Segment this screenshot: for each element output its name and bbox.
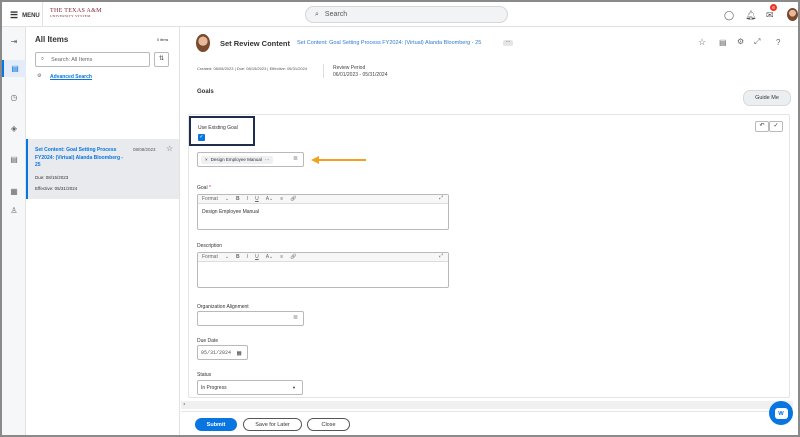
list-icon[interactable]: ≣ [293,155,298,162]
clock-icon[interactable]: ◷ [2,93,26,102]
list-item-date: 08/08/2023 [133,147,156,152]
org-alignment-select[interactable]: ≣ [197,311,304,326]
tasks-icon[interactable]: ▤ [2,60,26,77]
section-title: Goals [197,89,214,95]
inbox-icon[interactable]: ✉ [766,10,774,21]
list-item-due: Due: 08/15/2023 [35,175,69,180]
expand-icon[interactable]: ⤢ [754,37,760,47]
favorite-star-icon[interactable]: ☆ [698,37,706,48]
use-existing-goal-label: Use Existing Goal [198,125,238,131]
due-date-label: Due Date [197,338,219,344]
divider [42,2,43,27]
list-item-effective: Effective: 05/31/2024 [35,186,78,191]
page-subtitle-link[interactable]: Set Content: Goal Setting Process FY2024… [297,40,481,46]
page-title: Set Review Content [220,39,291,48]
existing-goal-select[interactable]: × Design Employee Manual ··· ≣ [197,152,304,167]
more-actions-button[interactable]: ··· [503,40,513,46]
bell-icon[interactable]: 🔔︎ [745,10,756,21]
star-icon[interactable]: ☆ [166,144,173,153]
arrow-annotation-icon [311,156,366,164]
undo-button[interactable]: ↶ [755,121,769,132]
notification-badge: 6 [770,4,777,11]
advanced-search-link[interactable]: Advanced Search [50,74,92,80]
user-avatar[interactable] [787,8,798,21]
search-icon: ⌕ [41,56,45,62]
status-select[interactable]: In Progress ▼ [197,380,303,395]
save-check-button[interactable]: ✓ [769,121,783,132]
settings-gear-icon[interactable]: ⚙ [737,37,744,46]
goal-text: Design Employee Manual [202,209,259,215]
org-alignment-label: Organization Alignment [197,304,249,310]
assistant-chat-button[interactable]: w [769,401,793,425]
save-for-later-button[interactable]: Save for Later [243,418,302,431]
guide-me-button[interactable]: Guide Me [743,90,791,106]
menu-button[interactable]: ☰ MENU [10,10,40,21]
description-rich-text-editor[interactable]: Format ⌄ B I U A⌄ ≡ 🔗︎ [197,252,449,288]
use-existing-goal-highlight: Use Existing Goal ✓ [189,116,255,146]
list-item[interactable]: Set Content: Goal Setting Process FY2024… [26,139,179,199]
chat-icon[interactable]: ◯ [724,10,734,21]
divider [181,411,793,412]
filter-icon: ⚙ [37,73,42,79]
horizontal-scrollbar[interactable]: ◂ [181,401,793,409]
dropdown-arrow-icon: ▼ [292,385,296,390]
list-search-input[interactable]: ⌕ Search: All Items [35,52,150,67]
search-icon: ⌕ [315,10,319,18]
chat-bubble-icon: w [774,407,788,419]
logo: THE TEXAS A&M UNIVERSITY SYSTEM [50,8,102,18]
worker-avatar [196,34,210,52]
help-icon[interactable]: ? [776,38,780,47]
status-label: Status [197,372,212,378]
review-period: Review Period 06/01/2023 - 05/31/2024 [333,65,388,78]
goal-rich-text-editor[interactable]: Format ⌄ B I U A⌄ ≡ 🔗︎ Design Employee Manual [197,194,449,230]
remove-x-icon[interactable]: × [205,156,208,164]
use-existing-goal-checkbox[interactable]: ✓ [198,134,205,141]
expand-editor-icon[interactable]: ⤢ [439,253,443,259]
layers-icon[interactable]: ◈ [2,124,26,133]
side-rail: ⇥ ▤ ◷ ◈ ▤ ▦ ♙ [2,27,26,435]
person-icon[interactable]: ♙ [2,206,26,215]
list-title: All Items [35,35,69,44]
collapse-icon[interactable]: ⇥ [2,37,26,46]
top-header: ☰ MENU THE TEXAS A&M UNIVERSITY SYSTEM ⌕ Se… [2,2,798,27]
global-search-input[interactable]: ⌕ Search [305,6,508,23]
selected-goal-pill[interactable]: × Design Employee Manual ··· [201,156,274,164]
close-button[interactable]: Close [307,418,350,431]
pdf-icon[interactable]: ▤ [719,38,727,47]
expand-editor-icon[interactable]: ⤢ [439,195,443,201]
description-text [198,262,448,272]
goal-label: Goal * [197,185,211,191]
clipboard-icon[interactable]: ▤ [2,155,26,164]
list-item-title[interactable]: Set Content: Goal Setting Process FY2024… [35,147,130,170]
list-icon[interactable]: ≣ [293,314,298,321]
calendar-icon[interactable]: ▦ [237,349,241,358]
sort-button[interactable]: ⇅ [154,52,169,67]
rte-toolbar: Format ⌄ B I U A⌄ ≡ 🔗︎ [198,253,448,262]
description-label: Description [197,243,223,249]
item-list-panel: All Items 5 items ⌕ Search: All Items ⇅ ⚙… [26,27,180,435]
form-icon[interactable]: ▦ [2,187,26,196]
item-count: 5 items [157,38,169,42]
submit-button[interactable]: Submit [195,418,237,431]
task-meta: Created: 08/08/2023 | Due: 08/15/2023 | … [197,66,308,71]
rte-toolbar: Format ⌄ B I U A⌄ ≡ 🔗︎ [198,195,448,204]
divider [323,64,324,78]
due-date-input[interactable]: 05/31/2024 ▦ [197,345,248,360]
hamburger-icon: ☰ [10,10,19,20]
